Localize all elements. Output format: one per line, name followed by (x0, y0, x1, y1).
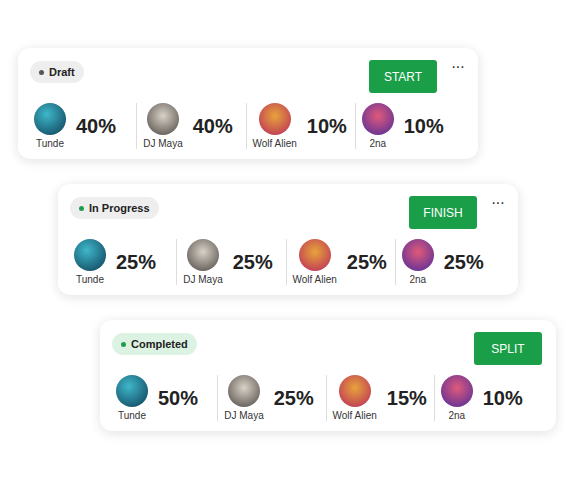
avatar-icon (362, 103, 394, 135)
avatar-icon (402, 239, 434, 271)
member-name: 2na (369, 138, 386, 149)
split-card: Draft START ··· Tunde 40% DJ Maya 40% Wolf Alie… (18, 48, 478, 159)
avatar-icon (299, 239, 331, 271)
member-share: 25% (116, 251, 156, 274)
member-name: Wolf Alien (293, 274, 337, 285)
member-share: 15% (387, 387, 427, 410)
card-actions: START ··· (369, 60, 464, 93)
member-cell: Tunde 25% (70, 239, 176, 285)
member-identity: Tunde (116, 375, 148, 421)
status-label: In Progress (89, 202, 150, 214)
card-header: Draft START ··· (30, 60, 464, 93)
avatar-icon (441, 375, 473, 407)
action-button[interactable]: FINISH (409, 196, 477, 229)
avatar-icon (147, 103, 179, 135)
status-dot-icon (39, 70, 44, 75)
member-share: 10% (404, 115, 444, 138)
avatar-icon (116, 375, 148, 407)
member-row: Tunde 25% DJ Maya 25% Wolf Alien 25% 2na 25% (70, 239, 504, 285)
member-name: DJ Maya (224, 410, 263, 421)
member-share: 10% (307, 115, 347, 138)
member-share: 25% (347, 251, 387, 274)
member-share: 25% (274, 387, 314, 410)
avatar-icon (187, 239, 219, 271)
member-name: Tunde (76, 274, 104, 285)
member-cell: Wolf Alien 25% (286, 239, 395, 285)
member-cell: 2na 25% (395, 239, 504, 285)
member-identity: Wolf Alien (253, 103, 297, 149)
action-button[interactable]: START (369, 60, 437, 93)
member-cell: DJ Maya 25% (217, 375, 325, 421)
member-name: DJ Maya (143, 138, 182, 149)
member-identity: Tunde (74, 239, 106, 285)
member-cell: Wolf Alien 10% (246, 103, 355, 149)
member-name: DJ Maya (183, 274, 222, 285)
member-identity: Tunde (34, 103, 66, 149)
card-actions: SPLIT (474, 332, 542, 365)
member-cell: 2na 10% (434, 375, 542, 421)
status-label: Completed (131, 338, 188, 350)
card-header: Completed SPLIT (112, 332, 542, 365)
member-cell: 2na 10% (355, 103, 464, 149)
member-identity: Wolf Alien (333, 375, 377, 421)
member-identity: Wolf Alien (293, 239, 337, 285)
status-dot-icon (79, 206, 84, 211)
member-cell: DJ Maya 40% (136, 103, 245, 149)
status-badge: Draft (30, 61, 84, 83)
card-actions: FINISH ··· (409, 196, 504, 229)
member-identity: DJ Maya (143, 103, 182, 149)
member-identity: 2na (402, 239, 434, 285)
member-name: Wolf Alien (333, 410, 377, 421)
action-button[interactable]: SPLIT (474, 332, 542, 365)
member-identity: DJ Maya (224, 375, 263, 421)
split-page: Draft START ··· Tunde 40% DJ Maya 40% Wolf Alie… (0, 0, 576, 496)
avatar-icon (259, 103, 291, 135)
more-icon[interactable]: ··· (491, 196, 504, 210)
member-name: Wolf Alien (253, 138, 297, 149)
member-cell: Tunde 50% (112, 375, 217, 421)
member-name: Tunde (36, 138, 64, 149)
card-header: In Progress FINISH ··· (70, 196, 504, 229)
member-share: 50% (158, 387, 198, 410)
status-badge: In Progress (70, 197, 159, 219)
member-share: 40% (193, 115, 233, 138)
member-row: Tunde 40% DJ Maya 40% Wolf Alien 10% 2na 10% (30, 103, 464, 149)
member-cell: Tunde 40% (30, 103, 136, 149)
member-name: 2na (448, 410, 465, 421)
status-dot-icon (121, 342, 126, 347)
member-identity: DJ Maya (183, 239, 222, 285)
avatar-icon (339, 375, 371, 407)
member-cell: Wolf Alien 15% (326, 375, 434, 421)
member-share: 10% (483, 387, 523, 410)
member-cell: DJ Maya 25% (176, 239, 285, 285)
more-icon[interactable]: ··· (451, 60, 464, 74)
avatar-icon (228, 375, 260, 407)
avatar-icon (34, 103, 66, 135)
member-name: Tunde (118, 410, 146, 421)
member-identity: 2na (441, 375, 473, 421)
member-row: Tunde 50% DJ Maya 25% Wolf Alien 15% 2na 10% (112, 375, 542, 421)
avatar-icon (74, 239, 106, 271)
member-identity: 2na (362, 103, 394, 149)
member-share: 25% (444, 251, 484, 274)
member-share: 40% (76, 115, 116, 138)
status-badge: Completed (112, 333, 197, 355)
status-label: Draft (49, 66, 75, 78)
split-card: In ProgressFINISH···Tunde25%DJ Maya25%Wo… (58, 184, 518, 295)
split-card: Completed SPLIT Tunde 50% DJ Maya 25% Wolf Ali… (100, 320, 556, 431)
member-share: 25% (233, 251, 273, 274)
member-name: 2na (409, 274, 426, 285)
